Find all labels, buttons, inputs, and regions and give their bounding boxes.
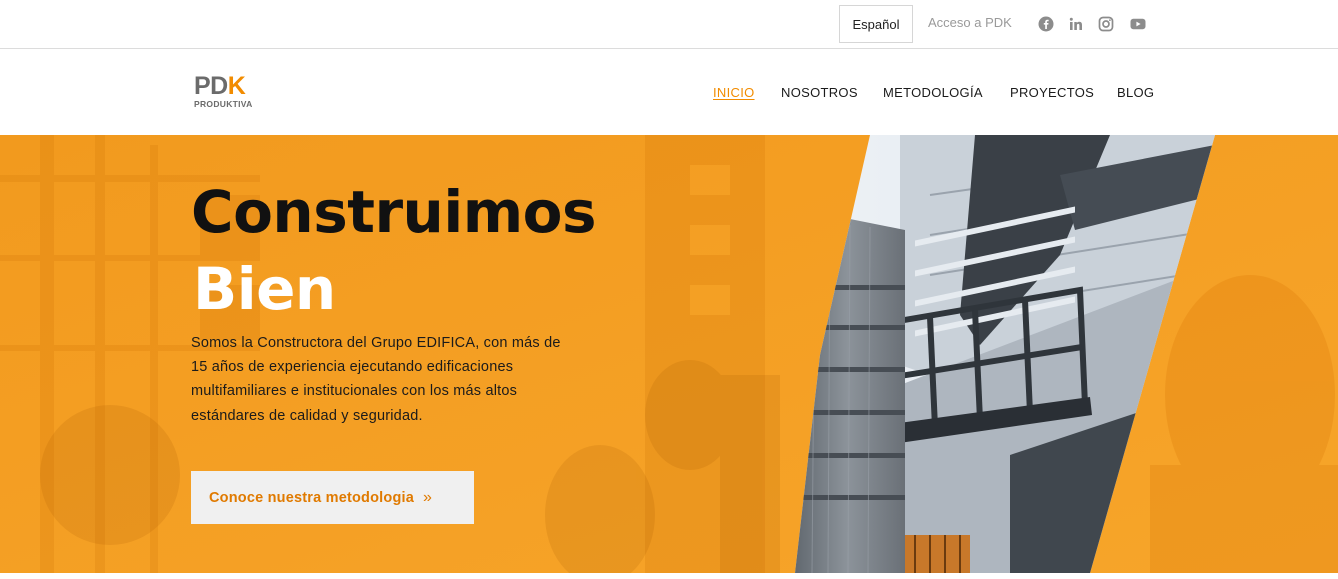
hero-title-line-1: Construimos (191, 178, 597, 246)
hero-description: Somos la Constructora del Grupo EDIFICA,… (191, 335, 561, 424)
language-selector[interactable]: Español (839, 5, 913, 43)
bottom-strip (0, 573, 1338, 579)
facebook-icon[interactable] (1037, 15, 1054, 32)
nav-item-blog[interactable]: BLOG (1117, 85, 1154, 100)
nav-item-nosotros[interactable]: NOSOTROS (781, 85, 858, 100)
double-chevron-right-icon: » (423, 488, 433, 506)
main-nav: INICIO NOSOTROS METODOLOGÍA PROYECTOS BL… (0, 85, 1338, 101)
youtube-icon[interactable] (1129, 15, 1146, 32)
methodology-button[interactable]: Conoce nuestra metodologia » (191, 471, 474, 524)
access-pdk-link[interactable]: Acceso a PDK (928, 15, 1012, 30)
nav-item-metodologia[interactable]: METODOLOGÍA (883, 85, 983, 100)
methodology-button-label: Conoce nuestra metodologia (209, 489, 414, 506)
nav-item-proyectos[interactable]: PROYECTOS (1010, 85, 1094, 100)
instagram-icon[interactable] (1097, 15, 1114, 32)
linkedin-icon[interactable] (1067, 15, 1084, 32)
hero-title-line-2: Bien (193, 255, 336, 323)
nav-item-inicio[interactable]: INICIO (713, 85, 755, 100)
hero-banner: Construimos Bien Somos la Constructora d… (0, 135, 1338, 573)
main-header: PDK PRODUKTIVA INICIO NOSOTROS METODOLOG… (0, 49, 1338, 135)
top-bar: Español Acceso a PDK (0, 0, 1338, 49)
